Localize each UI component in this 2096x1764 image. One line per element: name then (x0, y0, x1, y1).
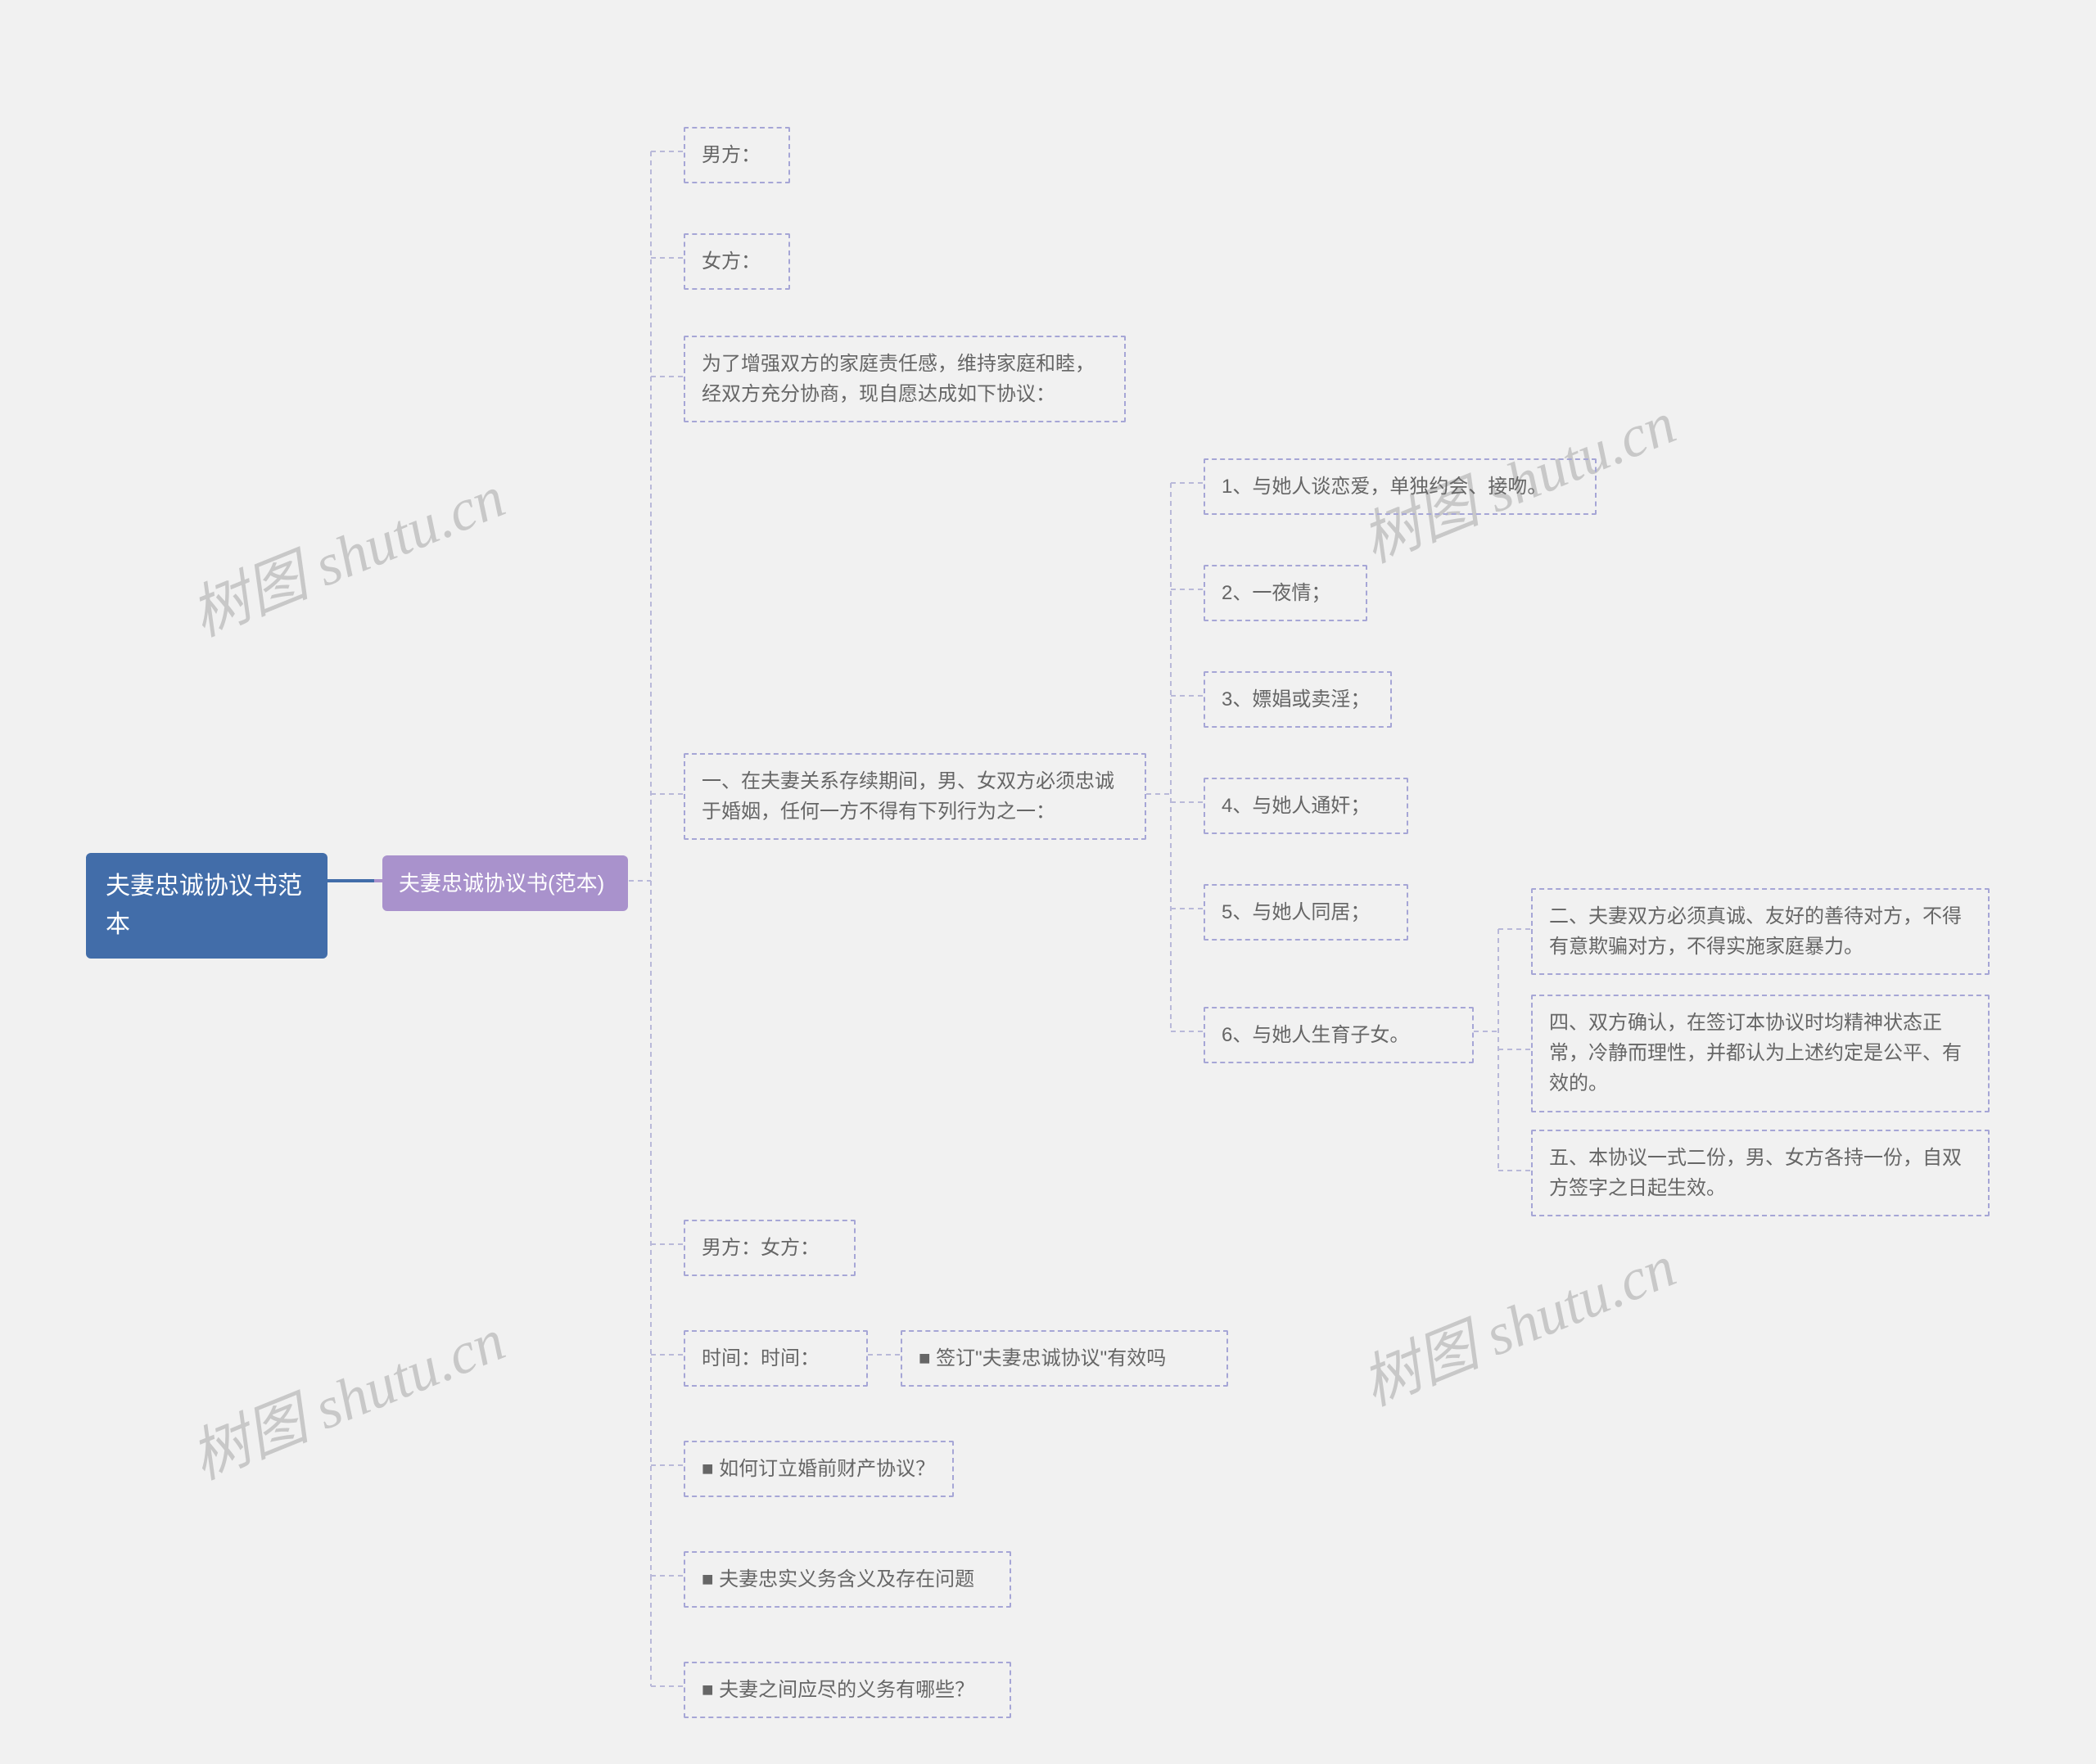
node-sign[interactable]: 男方：女方： (684, 1220, 856, 1276)
node-item-5[interactable]: 5、与她人同居； (1204, 884, 1408, 941)
node-item-3[interactable]: 3、嫖娼或卖淫； (1204, 671, 1392, 728)
node-clause-2[interactable]: 二、夫妻双方必须真诚、友好的善待对方，不得有意欺骗对方，不得实施家庭暴力。 (1531, 888, 1990, 975)
node-item-4[interactable]: 4、与她人通奸； (1204, 778, 1408, 834)
node-item-6[interactable]: 6、与她人生育子女。 (1204, 1007, 1474, 1063)
watermark: 树图 shutu.cn (176, 1292, 515, 1496)
node-q-loyalty-duty[interactable]: ■ 夫妻忠实义务含义及存在问题 (684, 1551, 1011, 1608)
watermark: 树图 shutu.cn (1347, 1218, 1686, 1422)
node-q-duties[interactable]: ■ 夫妻之间应尽的义务有哪些？ (684, 1662, 1011, 1718)
root-node[interactable]: 夫妻忠诚协议书范本 (86, 853, 328, 959)
node-sample[interactable]: 夫妻忠诚协议书(范本) (382, 855, 628, 911)
node-female[interactable]: 女方： (684, 233, 790, 290)
node-time[interactable]: 时间：时间： (684, 1330, 868, 1387)
node-valid-question[interactable]: ■ 签订"夫妻忠诚协议"有效吗 (901, 1330, 1228, 1387)
node-clause-4[interactable]: 四、双方确认，在签订本协议时均精神状态正常，冷静而理性，并都认为上述约定是公平、… (1531, 995, 1990, 1112)
node-male[interactable]: 男方： (684, 127, 790, 183)
node-item-1[interactable]: 1、与她人谈恋爱，单独约会、接吻。 (1204, 458, 1597, 515)
node-clause-1[interactable]: 一、在夫妻关系存续期间，男、女双方必须忠诚于婚姻，任何一方不得有下列行为之一： (684, 753, 1146, 840)
node-preamble[interactable]: 为了增强双方的家庭责任感，维持家庭和睦，经双方充分协商，现自愿达成如下协议： (684, 336, 1126, 422)
watermark: 树图 shutu.cn (176, 449, 515, 652)
node-q-prenup[interactable]: ■ 如何订立婚前财产协议？ (684, 1441, 954, 1497)
node-item-2[interactable]: 2、一夜情； (1204, 565, 1367, 621)
node-clause-5[interactable]: 五、本协议一式二份，男、女方各持一份，自双方签字之日起生效。 (1531, 1130, 1990, 1216)
mindmap-canvas: 树图 shutu.cn 树图 shutu.cn 树图 shutu.cn 树图 s… (0, 0, 2096, 1764)
